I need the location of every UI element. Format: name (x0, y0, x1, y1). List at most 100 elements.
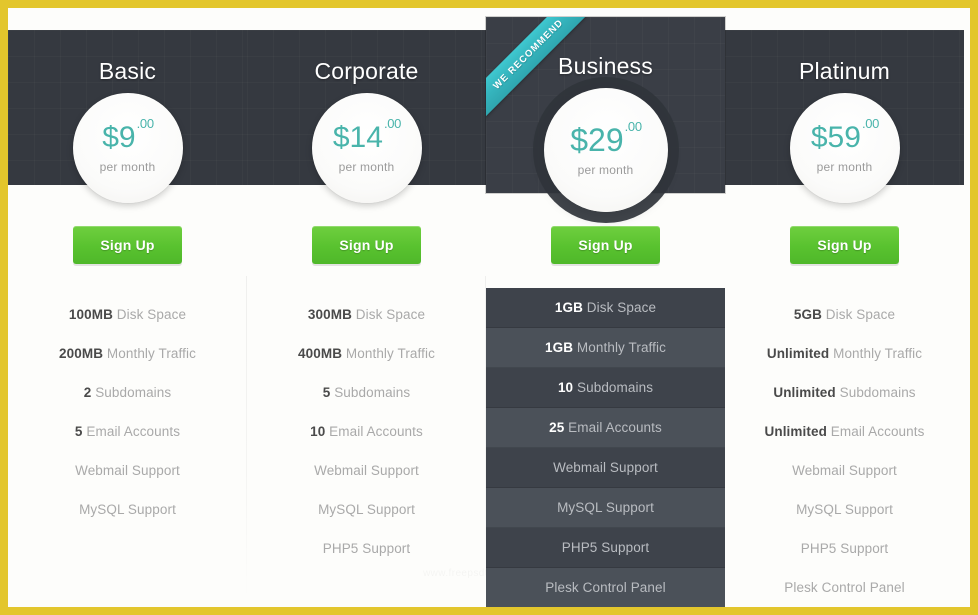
feature-item: MySQL Support (486, 488, 725, 528)
feature-label: Plesk Control Panel (545, 580, 666, 595)
feature-label: MySQL Support (557, 500, 654, 515)
feature-item: Unlimited Email Accounts (725, 412, 964, 451)
feature-label: PHP5 Support (800, 541, 889, 556)
feature-label: Email Accounts (82, 424, 181, 439)
feature-label: Monthly Traffic (103, 346, 196, 361)
price-cents: .00 (861, 115, 880, 131)
sign-up-button[interactable]: Sign Up (551, 226, 660, 264)
feature-item: PHP5 Support (725, 529, 964, 568)
feature-label: Plesk Control Panel (784, 580, 905, 595)
feature-value: 5 (74, 424, 83, 439)
feature-item: Webmail Support (8, 451, 247, 490)
pricing-card-corporate: Corporate $14.00 per month Sign Up 300MB Dis… (247, 8, 486, 607)
feature-item: 5 Subdomains (247, 373, 486, 412)
feature-label: Disk Space (582, 300, 657, 315)
feature-value: 25 (549, 420, 565, 435)
sign-up-button[interactable]: Sign Up (790, 226, 899, 264)
feature-label: MySQL Support (796, 502, 893, 517)
feature-item: Webmail Support (725, 451, 964, 490)
price-dollars: $14 (332, 120, 383, 154)
feature-item: 200MB Monthly Traffic (8, 334, 247, 373)
price-period: per month (338, 159, 395, 174)
feature-value: 200MB (59, 346, 104, 361)
feature-value: Unlimited (773, 385, 836, 400)
feature-value: Unlimited (766, 346, 830, 361)
feature-value: 5GB (793, 307, 822, 322)
feature-label: Subdomains (573, 380, 654, 395)
signup-zone: Sign Up (247, 226, 486, 264)
feature-item: 5 Email Accounts (8, 412, 247, 451)
signup-zone: Sign Up (486, 226, 725, 264)
price-dollars: $9 (102, 120, 136, 154)
price-cents: .00 (383, 115, 402, 131)
feature-list: 100MB Disk Space 200MB Monthly Traffic 2 S… (8, 295, 247, 529)
price-cents: .00 (624, 118, 642, 134)
feature-label: Monthly Traffic (342, 346, 435, 361)
feature-value: Unlimited (764, 424, 827, 439)
feature-label: Subdomains (330, 385, 411, 400)
price-period: per month (99, 159, 156, 174)
feature-item: Webmail Support (247, 451, 486, 490)
feature-value: 400MB (298, 346, 343, 361)
feature-item: PHP5 Support (247, 529, 486, 568)
plan-name: Basic (98, 58, 157, 84)
pricing-card-business: WE RECOMMEND Business $29.00 per month Sign … (486, 8, 725, 607)
signup-zone: Sign Up (725, 226, 964, 264)
price-circle: $14.00 per month (311, 93, 422, 203)
signup-zone: Sign Up (8, 226, 247, 264)
feature-label: Webmail Support (792, 463, 897, 478)
feature-label: Disk Space (351, 307, 426, 322)
feature-label: Email Accounts (826, 424, 925, 439)
feature-list: 1GB Disk Space 1GB Monthly Traffic 10 Subd… (486, 288, 725, 607)
sign-up-button[interactable]: Sign Up (312, 226, 421, 264)
sign-up-button[interactable]: Sign Up (73, 226, 182, 264)
price-circle: $59.00 per month (789, 93, 900, 203)
pricing-card-platinum: Platinum $59.00 per month Sign Up 5GB Disk S… (725, 8, 964, 607)
pricing-card-basic: Basic $9.00 per month Sign Up 100MB Disk Spa… (8, 8, 247, 607)
feature-item: Plesk Control Panel (486, 568, 725, 607)
price-cents: .00 (136, 115, 154, 131)
pricing-table: Basic $9.00 per month Sign Up 100MB Disk Spa… (8, 8, 970, 607)
feature-label: Webmail Support (75, 463, 180, 478)
plan-name: Business (558, 53, 653, 79)
feature-item: 10 Email Accounts (247, 412, 486, 451)
feature-item: 400MB Monthly Traffic (247, 334, 486, 373)
price-period: per month (816, 159, 873, 174)
feature-label: Webmail Support (553, 460, 658, 475)
price-amount: $59.00 (810, 117, 880, 154)
feature-item: 5GB Disk Space (725, 295, 964, 334)
feature-label: PHP5 Support (322, 541, 411, 556)
feature-value: 100MB (68, 307, 113, 322)
feature-item: 100MB Disk Space (8, 295, 247, 334)
feature-item: Webmail Support (486, 448, 725, 488)
feature-item: 300MB Disk Space (247, 295, 486, 334)
price-amount: $14.00 (332, 117, 402, 154)
feature-item: MySQL Support (8, 490, 247, 529)
price-circle: $29.00 per month (543, 88, 668, 212)
price-amount: $29.00 (570, 120, 642, 158)
feature-list: 5GB Disk Space Unlimited Monthly Traffic U… (725, 295, 964, 607)
feature-value: 300MB (307, 307, 352, 322)
page-frame: Basic $9.00 per month Sign Up 100MB Disk Spa… (8, 8, 970, 607)
feature-item: MySQL Support (247, 490, 486, 529)
price-dollars: $29 (570, 121, 624, 158)
feature-label: PHP5 Support (561, 540, 650, 555)
plan-name: Corporate (314, 58, 419, 84)
feature-item: 2 Subdomains (8, 373, 247, 412)
feature-label: Subdomains (91, 385, 172, 400)
price-amount: $9.00 (102, 117, 154, 154)
feature-label: Disk Space (821, 307, 896, 322)
feature-label: MySQL Support (318, 502, 415, 517)
feature-item: 25 Email Accounts (486, 408, 725, 448)
feature-item: MySQL Support (725, 490, 964, 529)
feature-label: Webmail Support (314, 463, 419, 478)
feature-value: 1GB (545, 340, 574, 355)
price-dollars: $59 (810, 120, 861, 154)
feature-item: 10 Subdomains (486, 368, 725, 408)
plan-name: Platinum (798, 58, 891, 84)
feature-value: 10 (310, 424, 326, 439)
feature-label: MySQL Support (79, 502, 176, 517)
feature-value: 10 (557, 380, 574, 395)
feature-list: 300MB Disk Space 400MB Monthly Traffic 5 S… (247, 295, 486, 568)
feature-item: Unlimited Subdomains (725, 373, 964, 412)
